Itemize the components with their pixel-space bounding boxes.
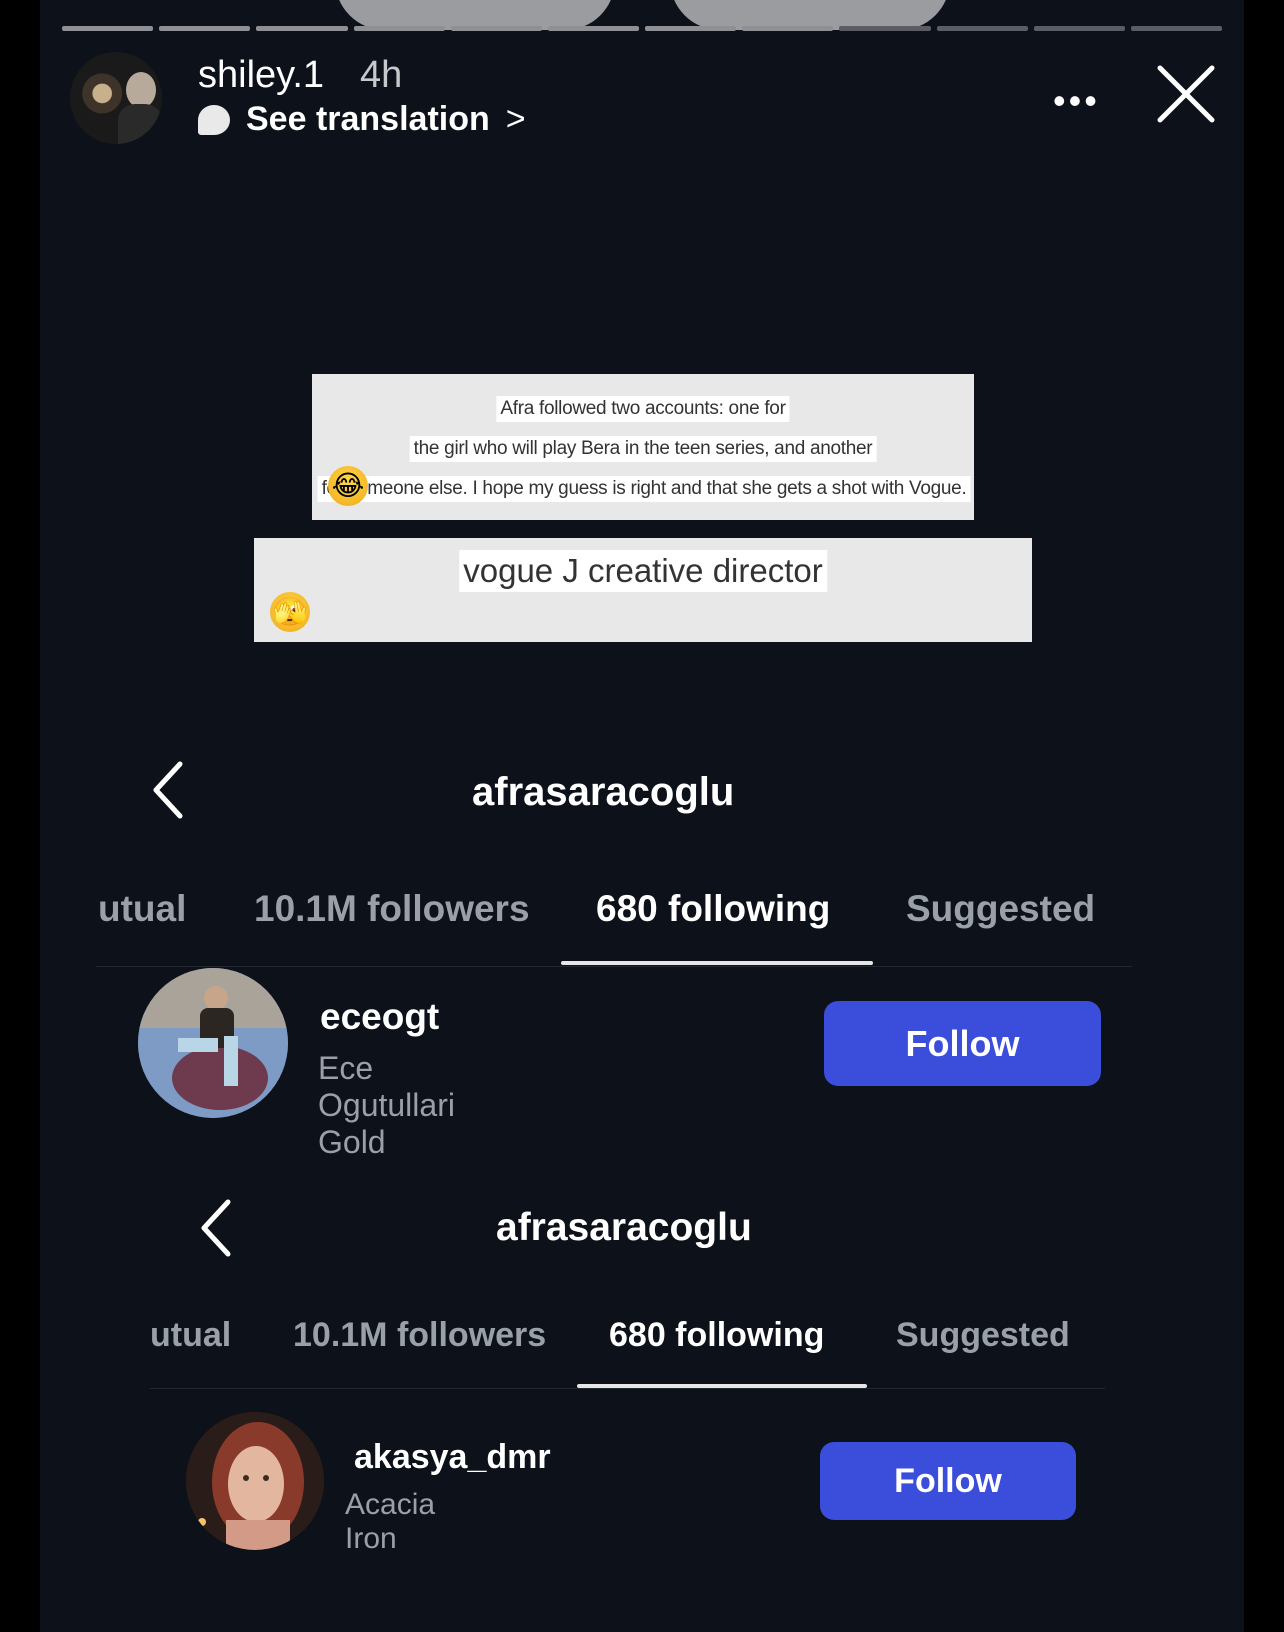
follow-button[interactable]: Follow (824, 1001, 1101, 1086)
story-header: shiley.1 4h See translation > ••• (70, 52, 1220, 148)
caption-line: Afra followed two accounts: one for (496, 396, 790, 422)
laughing-emoji-icon: 😂 (328, 466, 368, 506)
progress-segment (1130, 26, 1223, 31)
more-icon[interactable]: ••• (1053, 80, 1100, 122)
progress-segment (742, 26, 834, 31)
story-progress-bar (62, 26, 1223, 31)
story-username[interactable]: shiley.1 (198, 54, 324, 97)
see-translation-button[interactable]: See translation > (198, 100, 526, 139)
close-icon[interactable] (1156, 64, 1216, 124)
tabs-divider (96, 966, 1132, 967)
caption-line: for someone else. I hope my guess is rig… (317, 476, 971, 502)
avatar-person-head (126, 72, 156, 108)
avatar[interactable] (186, 1412, 324, 1550)
progress-segment (159, 26, 251, 31)
avatar-person-body (118, 104, 162, 144)
row-username[interactable]: akasya_dmr (354, 1438, 551, 1477)
progress-segment (1033, 26, 1125, 31)
tab-suggested[interactable]: Suggested (906, 888, 1095, 930)
active-tab-indicator (561, 961, 873, 965)
tab-following[interactable]: 680 following (596, 888, 830, 930)
tab-followers[interactable]: 10.1M followers (254, 888, 530, 930)
progress-segment (62, 26, 154, 31)
progress-segment (547, 26, 640, 31)
progress-segment (353, 26, 445, 31)
row-full-name: Acacia Iron (345, 1488, 436, 1555)
tab-mutual[interactable]: utual (98, 888, 186, 930)
progress-segment (645, 26, 737, 31)
progress-segment (839, 26, 931, 31)
translation-bubble-icon (198, 104, 230, 135)
row-username[interactable]: eceogt (320, 996, 439, 1038)
chevron-right-icon: > (505, 100, 526, 138)
caption-note-2: vogue J creative director 🫣 (254, 538, 1032, 642)
peeking-emoji-icon: 🫣 (270, 592, 310, 632)
back-icon[interactable] (150, 760, 190, 820)
tab-mutual[interactable]: utual (150, 1316, 231, 1355)
caption-line: the girl who will play Bera in the teen … (409, 436, 877, 462)
progress-segment (936, 26, 1028, 31)
story-avatar[interactable] (70, 52, 162, 144)
progress-segment (256, 26, 348, 31)
tab-followers[interactable]: 10.1M followers (293, 1316, 546, 1355)
story-time: 4h (360, 54, 403, 96)
profile-title: afrasaracoglu (496, 1206, 752, 1249)
back-icon[interactable] (198, 1198, 238, 1258)
progress-segment (450, 26, 542, 31)
row-full-name: Ece Ogutullari Gold (318, 1050, 455, 1160)
avatar-photo (138, 968, 288, 1118)
tab-following[interactable]: 680 following (609, 1316, 824, 1355)
caption-line: vogue J creative director (459, 550, 827, 592)
tabs-divider (150, 1388, 1105, 1389)
tab-suggested[interactable]: Suggested (896, 1316, 1070, 1355)
caption-note-1: Afra followed two accounts: one for the … (312, 374, 974, 520)
see-translation-label: See translation (246, 100, 490, 138)
follow-button[interactable]: Follow (820, 1442, 1076, 1520)
avatar-photo (186, 1412, 324, 1550)
profile-title: afrasaracoglu (472, 770, 735, 814)
avatar[interactable] (138, 968, 288, 1118)
